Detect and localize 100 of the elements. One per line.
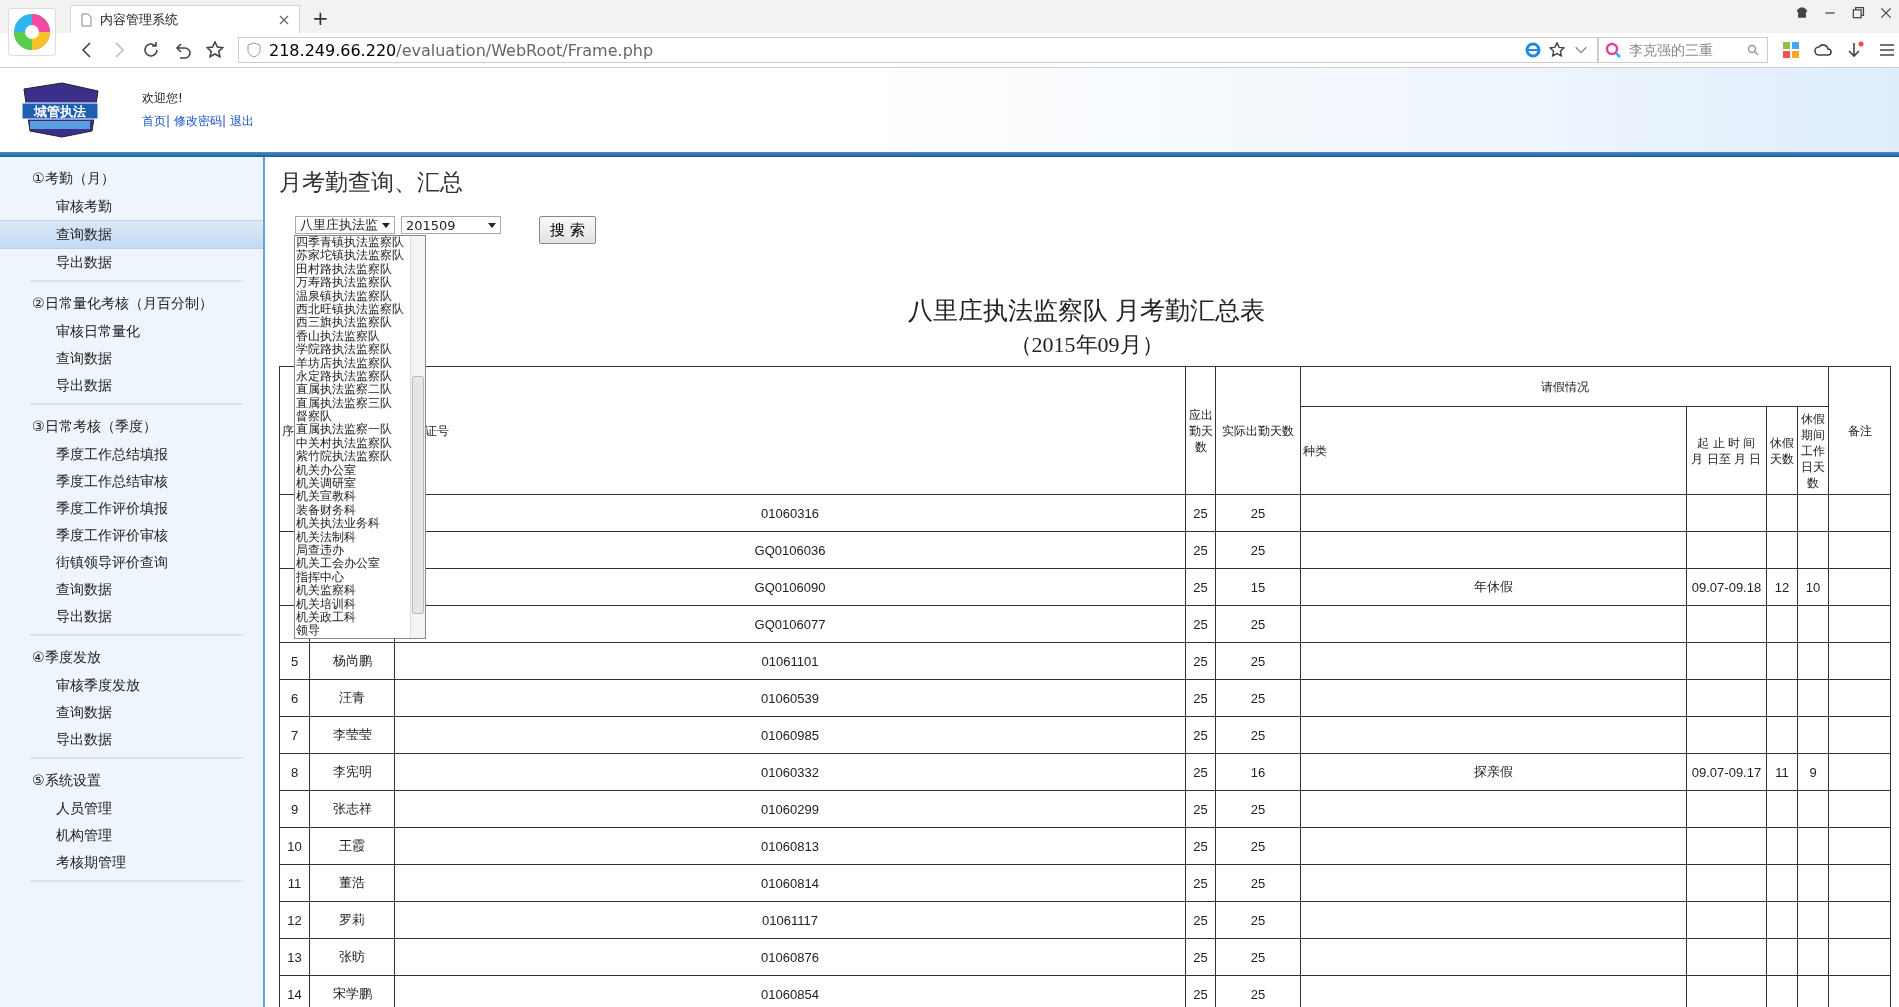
column-header: 实际出勤天数 bbox=[1215, 366, 1301, 495]
sidebar-item[interactable]: 季度工作总结填报 bbox=[0, 441, 263, 468]
table-cell: 7 bbox=[279, 716, 310, 754]
sidebar-item[interactable]: 查询数据 bbox=[0, 345, 263, 372]
table-cell: 01060876 bbox=[394, 938, 1186, 976]
star-icon[interactable] bbox=[1549, 42, 1565, 58]
new-tab-button[interactable]: + bbox=[312, 6, 329, 30]
month-select[interactable]: 201509 bbox=[401, 216, 501, 234]
sidebar-item[interactable]: 人员管理 bbox=[0, 795, 263, 822]
table-cell: 01060539 bbox=[394, 679, 1186, 717]
caret-icon[interactable] bbox=[382, 222, 390, 228]
sidebar-item[interactable]: 季度工作总结审核 bbox=[0, 468, 263, 495]
dropdown-option[interactable]: 温泉镇执法监察队 bbox=[295, 289, 410, 303]
table-cell: 25 bbox=[1185, 716, 1216, 754]
table-cell: 10 bbox=[1797, 568, 1829, 606]
table-cell: 董浩 bbox=[309, 864, 395, 902]
scrollbar[interactable] bbox=[410, 236, 425, 638]
sidebar-item[interactable]: 机构管理 bbox=[0, 822, 263, 849]
table-cell: 09.07-09.18 bbox=[1686, 568, 1767, 606]
undo-icon[interactable] bbox=[174, 41, 192, 59]
table-cell: 25 bbox=[1215, 494, 1301, 532]
table-cell: 01060332 bbox=[394, 753, 1186, 791]
dropdown-option[interactable]: 田村路执法监察队 bbox=[295, 262, 410, 277]
sidebar-item[interactable]: 导出数据 bbox=[0, 249, 263, 276]
table-cell: 11 bbox=[279, 864, 310, 902]
maximize-icon[interactable] bbox=[1851, 6, 1865, 20]
sidebar-item[interactable]: 导出数据 bbox=[0, 726, 263, 753]
column-header: 休假天数 bbox=[1766, 406, 1798, 495]
menu-group-title: ②日常量化考核（月百分制） bbox=[32, 294, 214, 313]
ie-icon[interactable] bbox=[1525, 42, 1541, 58]
cloud-icon[interactable] bbox=[1814, 41, 1832, 59]
menu-group-title: ④季度发放 bbox=[32, 648, 102, 667]
sidebar-item[interactable]: 季度工作评价审核 bbox=[0, 522, 263, 549]
column-header: 备注 bbox=[1828, 366, 1891, 495]
table-cell: 罗莉 bbox=[309, 901, 395, 939]
table-cell: 25 bbox=[1215, 864, 1301, 902]
shirt-icon[interactable] bbox=[1795, 6, 1809, 20]
table-cell: 25 bbox=[1215, 901, 1301, 939]
menu-icon[interactable] bbox=[1878, 41, 1896, 59]
page-title: 月考勤查询、汇总 bbox=[279, 168, 464, 197]
column-header: 起 止 时 间 bbox=[1696, 434, 1757, 451]
sidebar-item[interactable]: 街镇领导评价查询 bbox=[0, 549, 263, 576]
table-cell: 25 bbox=[1185, 827, 1216, 865]
browser-logo-icon[interactable] bbox=[12, 12, 52, 52]
dropdown-option[interactable]: 西三旗执法监察队 bbox=[295, 316, 410, 330]
dropdown-option[interactable]: 四季青镇执法监察队 bbox=[295, 236, 410, 250]
dropdown-option[interactable]: 苏家坨镇执法监察队 bbox=[295, 249, 410, 263]
search-icon[interactable] bbox=[1747, 44, 1759, 56]
dropdown-option[interactable]: 万寿路执法监察队 bbox=[295, 276, 410, 290]
menu-group-title: ①考勤（月） bbox=[32, 169, 116, 188]
reload-icon[interactable] bbox=[142, 41, 160, 59]
table-cell: 12 bbox=[279, 901, 310, 939]
search-icon bbox=[1605, 42, 1621, 58]
header-link[interactable]: 修改密码 bbox=[173, 114, 222, 128]
sidebar-item[interactable]: 季度工作评价填报 bbox=[0, 495, 263, 522]
table-cell: 张昉 bbox=[309, 938, 395, 976]
table-cell: 25 bbox=[1185, 901, 1216, 939]
sidebar-item[interactable]: 考核期管理 bbox=[0, 849, 263, 876]
table-cell: 13 bbox=[279, 938, 310, 976]
star-icon[interactable] bbox=[206, 41, 224, 59]
browser-tab[interactable]: 内容管理系统 bbox=[70, 5, 300, 33]
download-icon[interactable] bbox=[1846, 41, 1864, 59]
table-cell: 9 bbox=[279, 790, 310, 828]
close-icon[interactable] bbox=[279, 14, 289, 25]
table-cell: 01061101 bbox=[394, 642, 1186, 680]
table-cell: 15 bbox=[1215, 568, 1301, 606]
table-cell: 01060985 bbox=[394, 716, 1186, 754]
table-cell: 8 bbox=[279, 753, 310, 791]
sidebar-item[interactable]: 查询数据 bbox=[0, 220, 263, 249]
sidebar-item[interactable]: 查询数据 bbox=[0, 576, 263, 603]
column-header: 种类 bbox=[1300, 406, 1687, 495]
close-icon[interactable] bbox=[1879, 6, 1893, 20]
dropdown-option[interactable]: 香山执法监察队 bbox=[295, 329, 410, 344]
sidebar-item[interactable]: 审核日常量化 bbox=[0, 318, 263, 345]
table-cell: 5 bbox=[279, 642, 310, 680]
search-button[interactable]: 搜 索 bbox=[539, 216, 596, 244]
table-cell: 25 bbox=[1215, 642, 1301, 680]
apps-icon[interactable] bbox=[1782, 41, 1800, 59]
table-cell: 25 bbox=[1215, 605, 1301, 643]
sidebar-item[interactable]: 导出数据 bbox=[0, 372, 263, 399]
dropdown-option[interactable]: 西北旺镇执法监察队 bbox=[295, 302, 410, 317]
table-cell: 25 bbox=[1185, 494, 1216, 532]
link-separator: | bbox=[221, 114, 227, 128]
sidebar-item[interactable]: 查询数据 bbox=[0, 699, 263, 726]
sidebar-item[interactable]: 导出数据 bbox=[0, 603, 263, 630]
menu-group-title: ⑤系统设置 bbox=[32, 771, 102, 790]
dropdown-option[interactable]: 学院路执法监察队 bbox=[295, 343, 410, 357]
sidebar-item[interactable]: 审核考勤 bbox=[0, 193, 263, 220]
table-cell: 12 bbox=[1766, 568, 1798, 606]
caret-icon[interactable] bbox=[488, 222, 496, 228]
sidebar-item[interactable]: 审核季度发放 bbox=[0, 672, 263, 699]
header-link[interactable]: 退出 bbox=[229, 114, 254, 128]
search-input[interactable]: 李克强的三重 bbox=[1627, 41, 1741, 59]
search-field[interactable]: 李克强的三重 bbox=[1598, 37, 1768, 63]
report-title: 八里庄执法监察队 月考勤汇总表 bbox=[908, 296, 1265, 326]
address-bar[interactable]: 218.249.66.220/evaluation/WebRoot/Frame.php bbox=[238, 37, 1598, 63]
table-cell: 25 bbox=[1215, 938, 1301, 976]
column-group-header: 请假情况 bbox=[1300, 366, 1829, 407]
header-link[interactable]: 首页 bbox=[142, 114, 166, 128]
unit-select[interactable]: 八里庄执法监 bbox=[295, 216, 395, 234]
